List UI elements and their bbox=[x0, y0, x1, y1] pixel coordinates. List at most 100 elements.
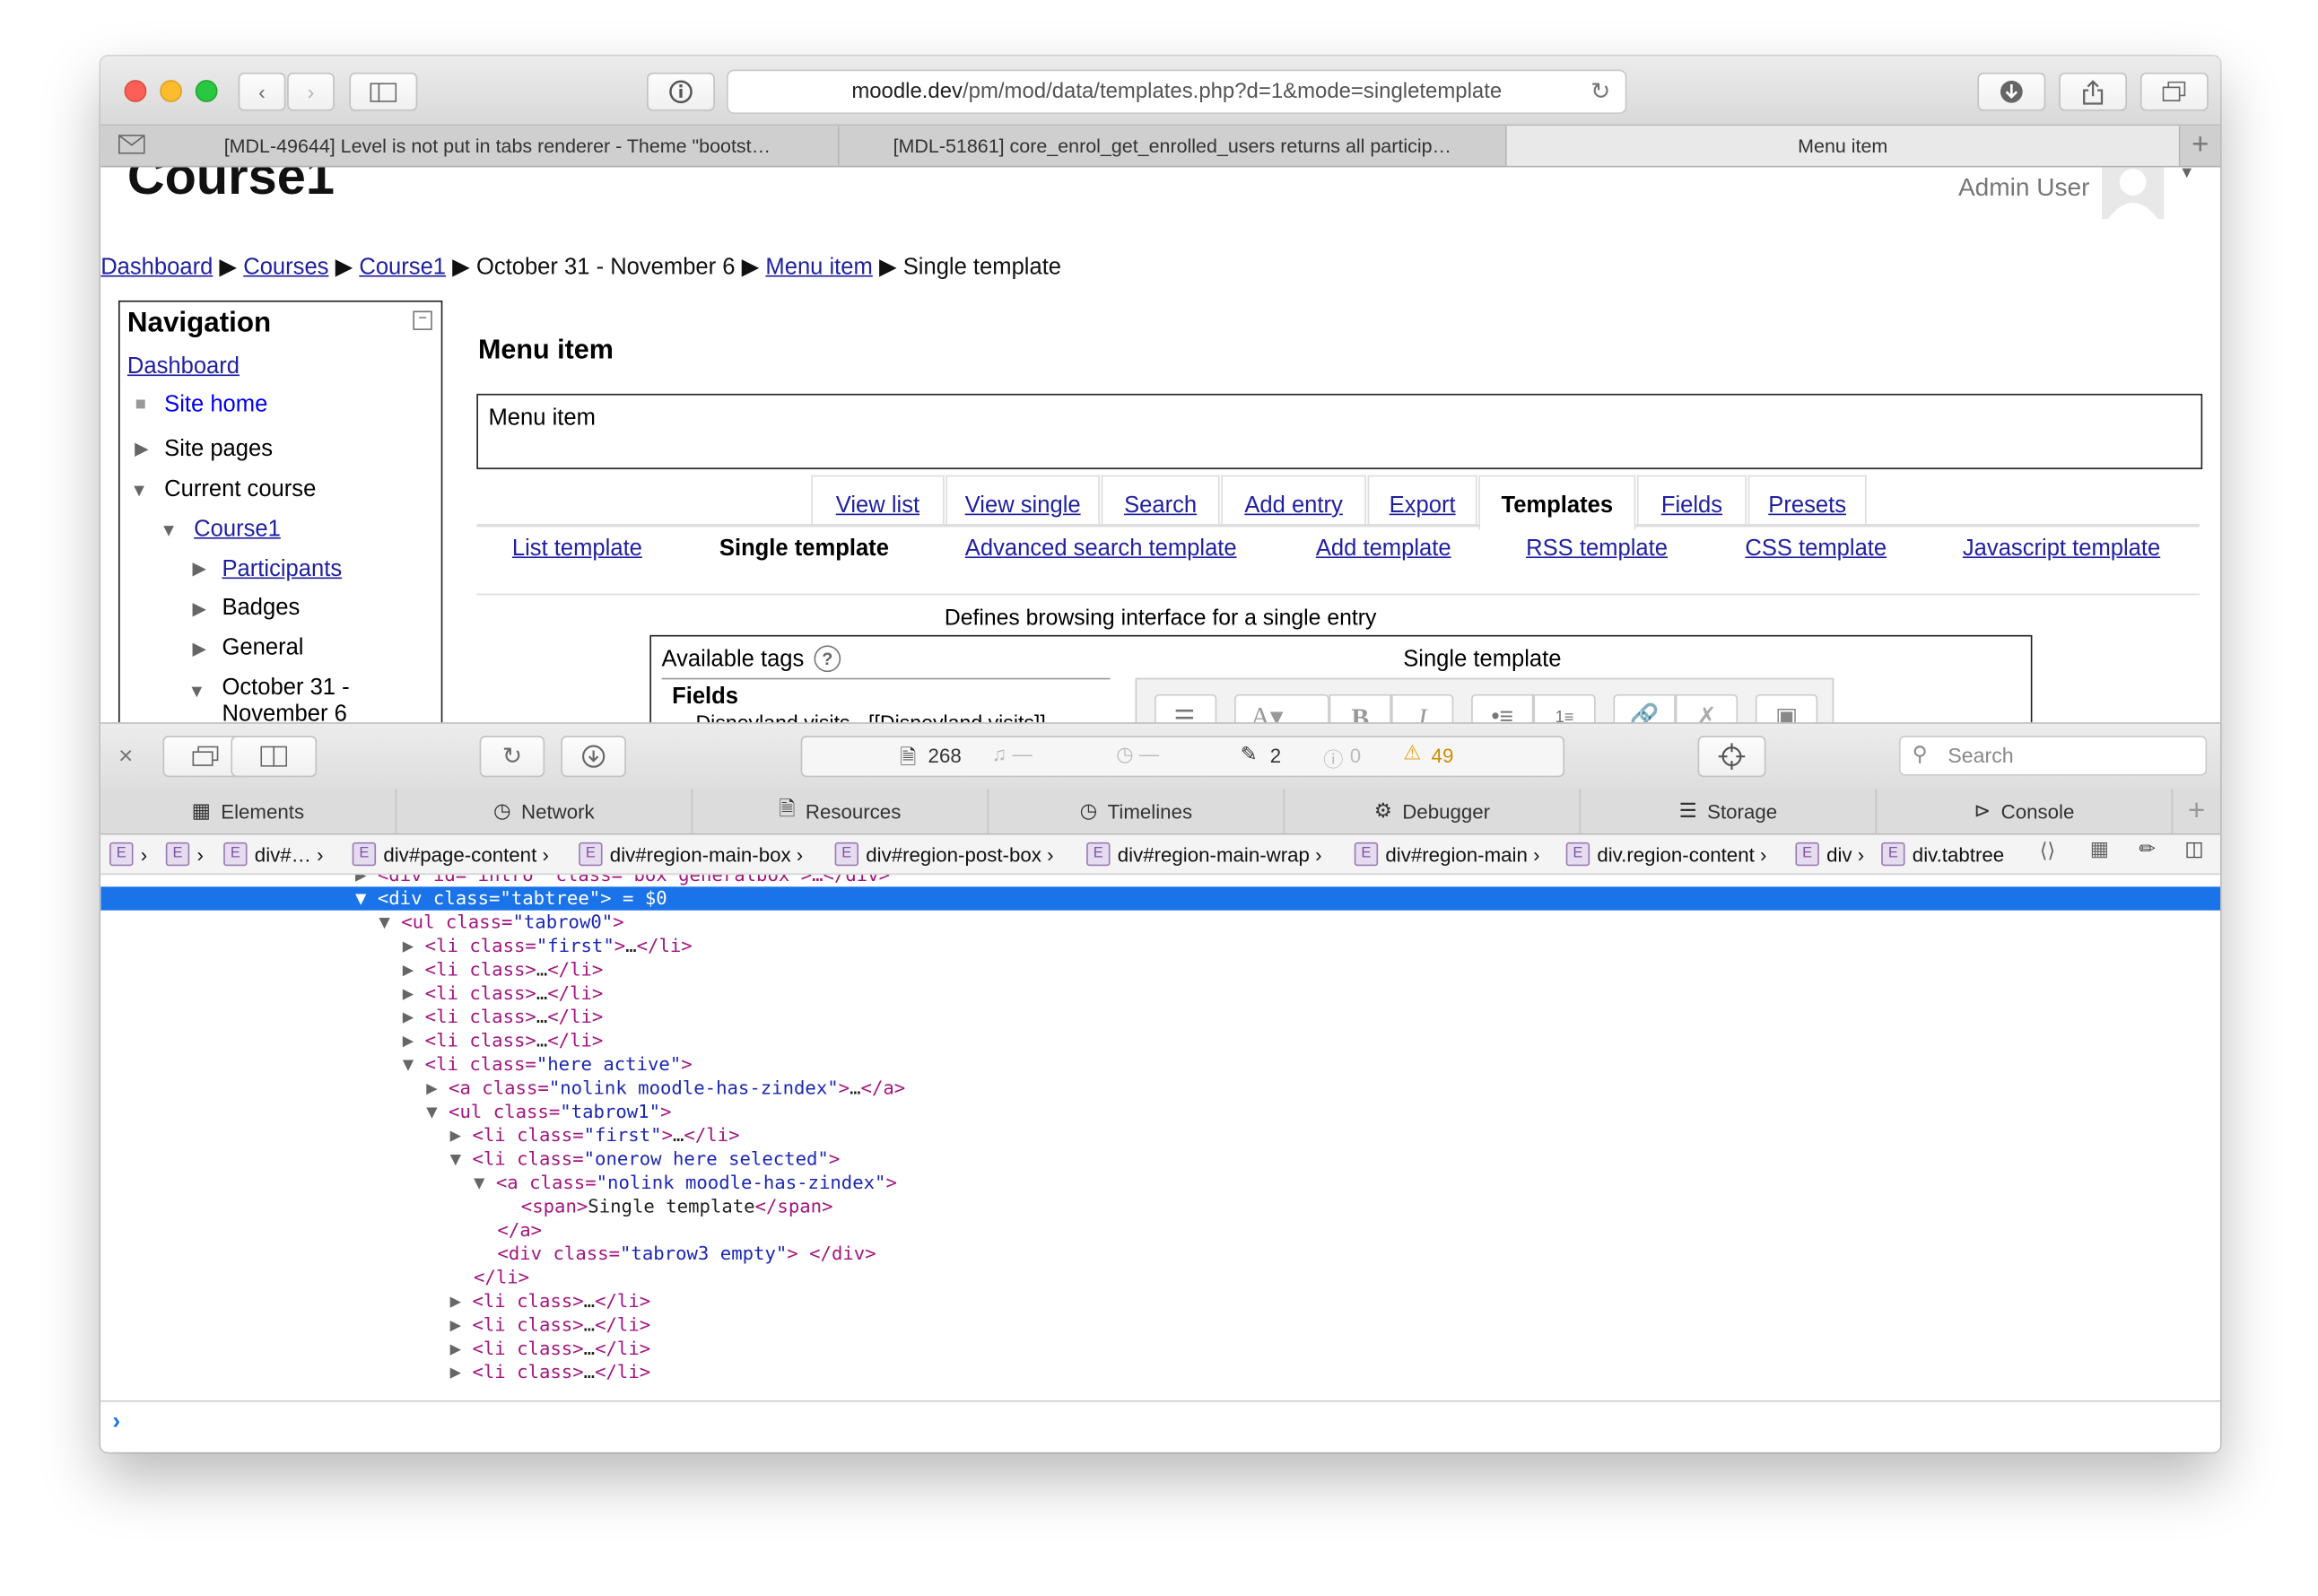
dom-node[interactable]: ▶ <li class>…</li> bbox=[403, 958, 604, 981]
reload-page-button[interactable]: ↻ bbox=[479, 736, 545, 778]
messages-count[interactable]: 2 bbox=[1270, 745, 1281, 767]
collapse-icon[interactable]: ▼ bbox=[160, 519, 178, 540]
dom-node[interactable]: ▶ <li class="last">…</li> bbox=[450, 1384, 729, 1386]
dom-node[interactable]: ▼ <ul class="tabrow1"> bbox=[426, 1100, 671, 1123]
nav-week[interactable]: October 31 - bbox=[222, 675, 350, 702]
mail-icon[interactable] bbox=[118, 135, 145, 161]
download-archive-button[interactable] bbox=[561, 736, 626, 778]
share-button[interactable] bbox=[2059, 72, 2128, 111]
tab-view-single[interactable]: View single bbox=[946, 475, 1100, 528]
warnings-count[interactable]: 49 bbox=[1432, 745, 1454, 767]
tab-label[interactable]: Export bbox=[1390, 493, 1456, 518]
tab-add-entry[interactable]: Add entry bbox=[1221, 475, 1366, 528]
tab-label[interactable]: Presets bbox=[1768, 493, 1846, 518]
tab-fields[interactable]: Fields bbox=[1636, 475, 1747, 528]
dom-node[interactable]: ▶ <div id="intro" class="box generalbox"… bbox=[355, 875, 890, 886]
subtab-list-template[interactable]: List template bbox=[512, 536, 642, 563]
browser-tab-1[interactable]: [MDL-49644] Level is not put in tabs ren… bbox=[157, 126, 840, 166]
expand-icon[interactable]: ▶ bbox=[193, 558, 206, 579]
dom-node[interactable]: ▶ <li class>…</li> bbox=[450, 1360, 651, 1383]
dom-node[interactable]: <div class="tabrow3 empty"> </div> bbox=[497, 1242, 876, 1265]
tab-console[interactable]: ⊳ Console bbox=[1877, 789, 2174, 833]
dom-node-selected[interactable]: ▼ <div class="tabtree"> = $0 bbox=[355, 886, 667, 910]
dom-crumb-8[interactable]: Ediv.tabtree bbox=[1881, 842, 2004, 867]
dom-node[interactable]: ▶ <li class>…</li> bbox=[403, 1005, 604, 1028]
tab-storage[interactable]: ☰ Storage bbox=[1581, 789, 1878, 833]
dock-side-button[interactable] bbox=[231, 736, 318, 778]
tab-elements[interactable]: ▦ Elements bbox=[100, 789, 397, 833]
breadcrumb-course1[interactable]: Course1 bbox=[359, 255, 446, 280]
dom-node[interactable]: </li> bbox=[474, 1266, 529, 1289]
help-icon[interactable]: ? bbox=[814, 645, 841, 673]
subtab-css-template[interactable]: CSS template bbox=[1745, 536, 1887, 563]
browser-tab-2[interactable]: [MDL-51861] core_enrol_get_enrolled_user… bbox=[840, 126, 1507, 166]
tab-label[interactable]: View list bbox=[836, 493, 919, 518]
collapse-block-icon[interactable]: − bbox=[413, 310, 432, 330]
nav-site-home[interactable]: Site home bbox=[164, 392, 267, 419]
user-menu-chevron-icon[interactable]: ▼ bbox=[2179, 167, 2195, 182]
subtab-javascript-template[interactable]: Javascript template bbox=[1963, 536, 2160, 563]
nav-participants[interactable]: Participants bbox=[222, 556, 343, 583]
dom-node[interactable]: <span>Single template</span> bbox=[521, 1195, 833, 1218]
forward-button[interactable]: › bbox=[287, 72, 335, 111]
zoom-window-button[interactable] bbox=[195, 80, 218, 102]
dom-crumb-html[interactable]: E › bbox=[109, 842, 147, 867]
tab-presets[interactable]: Presets bbox=[1747, 475, 1867, 528]
inspector-search-input[interactable]: ⚲ Search bbox=[1898, 736, 2208, 776]
subtab-add-template[interactable]: Add template bbox=[1316, 536, 1451, 563]
grid-icon[interactable]: ▦ bbox=[2090, 838, 2109, 861]
breadcrumb-courses[interactable]: Courses bbox=[243, 255, 328, 280]
close-window-button[interactable] bbox=[124, 80, 147, 102]
dom-crumb-0[interactable]: Ediv#… › bbox=[223, 842, 324, 867]
tab-network[interactable]: ◷ Network bbox=[396, 789, 693, 833]
dom-node[interactable]: ▼ <li class="here active"> bbox=[403, 1052, 693, 1076]
dom-node[interactable]: ▼ <a class="nolink moodle-has-zindex"> bbox=[474, 1171, 897, 1194]
errors-count[interactable]: 0 bbox=[1350, 745, 1361, 767]
tab-templates[interactable]: Templates bbox=[1478, 475, 1636, 530]
subtab-advanced-search-template[interactable]: Advanced search template bbox=[965, 536, 1237, 563]
tab-resources[interactable]: 🗎 Resources bbox=[693, 789, 989, 833]
site-info-button[interactable] bbox=[647, 72, 715, 111]
nav-dashboard[interactable]: Dashboard bbox=[127, 353, 240, 380]
back-button[interactable]: ‹ bbox=[238, 72, 286, 111]
minimize-window-button[interactable] bbox=[160, 80, 182, 102]
subtab-single-template[interactable]: Single template bbox=[719, 536, 889, 563]
add-tab-button[interactable]: + bbox=[2173, 789, 2220, 833]
tab-timelines[interactable]: ◷ Timelines bbox=[989, 789, 1285, 833]
tab-label[interactable]: View single bbox=[965, 493, 1081, 518]
nav-current-course[interactable]: Current course bbox=[164, 476, 316, 503]
collapse-icon[interactable]: ▼ bbox=[130, 480, 148, 501]
tab-label[interactable]: Add entry bbox=[1244, 493, 1342, 518]
dom-node[interactable]: ▶ <li class>…</li> bbox=[450, 1289, 651, 1313]
new-tab-button[interactable]: + bbox=[2180, 127, 2220, 164]
dom-node[interactable]: ▶ <li class="first">…</li> bbox=[403, 934, 693, 957]
expand-icon[interactable]: ▶ bbox=[193, 638, 206, 658]
tab-label[interactable]: Search bbox=[1124, 493, 1197, 518]
nav-general[interactable]: General bbox=[222, 635, 304, 662]
code-brackets-icon[interactable]: ⟨⟩ bbox=[2040, 840, 2055, 863]
dom-node[interactable]: ▼ <ul class="tabrow0"> bbox=[379, 911, 623, 934]
dom-node[interactable]: ▼ <li class="onerow here selected"> bbox=[450, 1147, 841, 1171]
dom-node[interactable]: ▶ <li class>…</li> bbox=[403, 981, 604, 1005]
dom-node[interactable]: ▶ <li class>…</li> bbox=[403, 1029, 604, 1052]
tab-search[interactable]: Search bbox=[1101, 475, 1220, 528]
nav-course1[interactable]: Course1 bbox=[194, 517, 281, 544]
breadcrumb-menu-item[interactable]: Menu item bbox=[765, 255, 872, 280]
downloads-button[interactable] bbox=[1977, 72, 2046, 111]
tab-debugger[interactable]: ⚙ Debugger bbox=[1285, 789, 1582, 833]
dom-crumb-1[interactable]: Ediv#page-content › bbox=[352, 842, 549, 867]
dom-node[interactable]: ▶ <li class>…</li> bbox=[450, 1337, 651, 1360]
expand-icon[interactable]: ▶ bbox=[135, 438, 148, 458]
dom-crumb-3[interactable]: Ediv#region-post-box › bbox=[834, 842, 1054, 867]
reload-icon[interactable]: ↻ bbox=[1590, 77, 1610, 107]
console-prompt[interactable]: › bbox=[100, 1400, 2221, 1452]
user-name[interactable]: Admin User bbox=[1958, 173, 2090, 203]
nav-site-pages[interactable]: Site pages bbox=[164, 437, 273, 464]
dom-crumb-5[interactable]: Ediv#region-main › bbox=[1354, 842, 1540, 867]
sidebar-panel-icon[interactable]: ◫ bbox=[2184, 838, 2203, 861]
dom-crumb-2[interactable]: Ediv#region-main-box › bbox=[579, 842, 803, 867]
browser-tab-3[interactable]: Menu item bbox=[1506, 126, 2181, 166]
sidebar-toggle-button[interactable] bbox=[349, 72, 418, 111]
address-bar[interactable]: moodle.dev/pm/mod/data/templates.php?d=1… bbox=[727, 69, 1627, 115]
dom-node[interactable]: </a> bbox=[497, 1218, 542, 1242]
